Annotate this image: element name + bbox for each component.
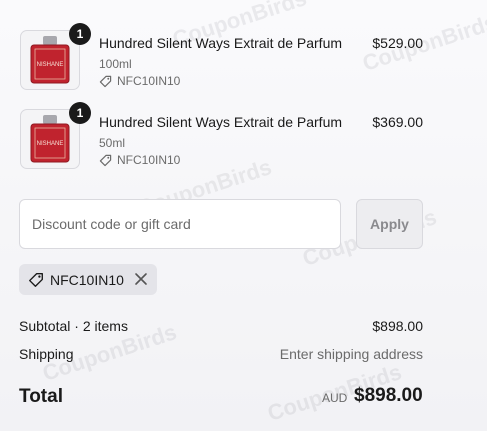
- line-item: NISHANE 1 Hundred Silent Ways Extrait de…: [20, 23, 423, 96]
- shipping-value: Enter shipping address: [279, 346, 423, 362]
- bottle-label: NISHANE: [37, 62, 64, 68]
- item-discount: NFC10IN10: [99, 74, 180, 88]
- item-discount: NFC10IN10: [99, 153, 180, 167]
- shipping-row: Shipping Enter shipping address: [19, 346, 423, 362]
- tag-icon: [99, 75, 112, 87]
- total-label: Total: [19, 386, 63, 407]
- discount-code-input[interactable]: [19, 199, 341, 249]
- applied-discount-label: NFC10IN10: [50, 271, 124, 288]
- product-image: NISHANE 1: [20, 102, 91, 169]
- apply-button[interactable]: Apply: [356, 199, 423, 249]
- currency-code: AUD: [322, 391, 348, 405]
- tag-icon: [99, 154, 112, 166]
- shipping-label: Shipping: [19, 346, 74, 362]
- product-name: Hundred Silent Ways Extrait de Parfum: [99, 114, 343, 130]
- item-price: $529.00: [372, 35, 423, 51]
- item-discount-code: NFC10IN10: [117, 74, 181, 88]
- product-variant: 50ml: [99, 136, 126, 150]
- product-variant: 100ml: [99, 57, 132, 71]
- quantity-badge: 1: [69, 102, 91, 124]
- subtotal-value: $898.00: [372, 318, 423, 334]
- quantity-badge: 1: [69, 23, 91, 45]
- product-image: NISHANE 1: [20, 23, 91, 90]
- tag-icon: [29, 272, 43, 287]
- close-icon[interactable]: [134, 272, 148, 286]
- total-value: $898.00: [354, 385, 423, 406]
- subtotal-label: Subtotal · 2 items: [19, 318, 128, 334]
- product-name: Hundred Silent Ways Extrait de Parfum: [99, 35, 343, 51]
- subtotal-row: Subtotal · 2 items $898.00: [19, 318, 423, 334]
- applied-discount-chip: NFC10IN10: [19, 264, 157, 295]
- bottle-label: NISHANE: [37, 141, 64, 147]
- item-discount-code: NFC10IN10: [117, 153, 181, 167]
- line-item: NISHANE 1 Hundred Silent Ways Extrait de…: [20, 102, 423, 175]
- item-price: $369.00: [372, 114, 423, 130]
